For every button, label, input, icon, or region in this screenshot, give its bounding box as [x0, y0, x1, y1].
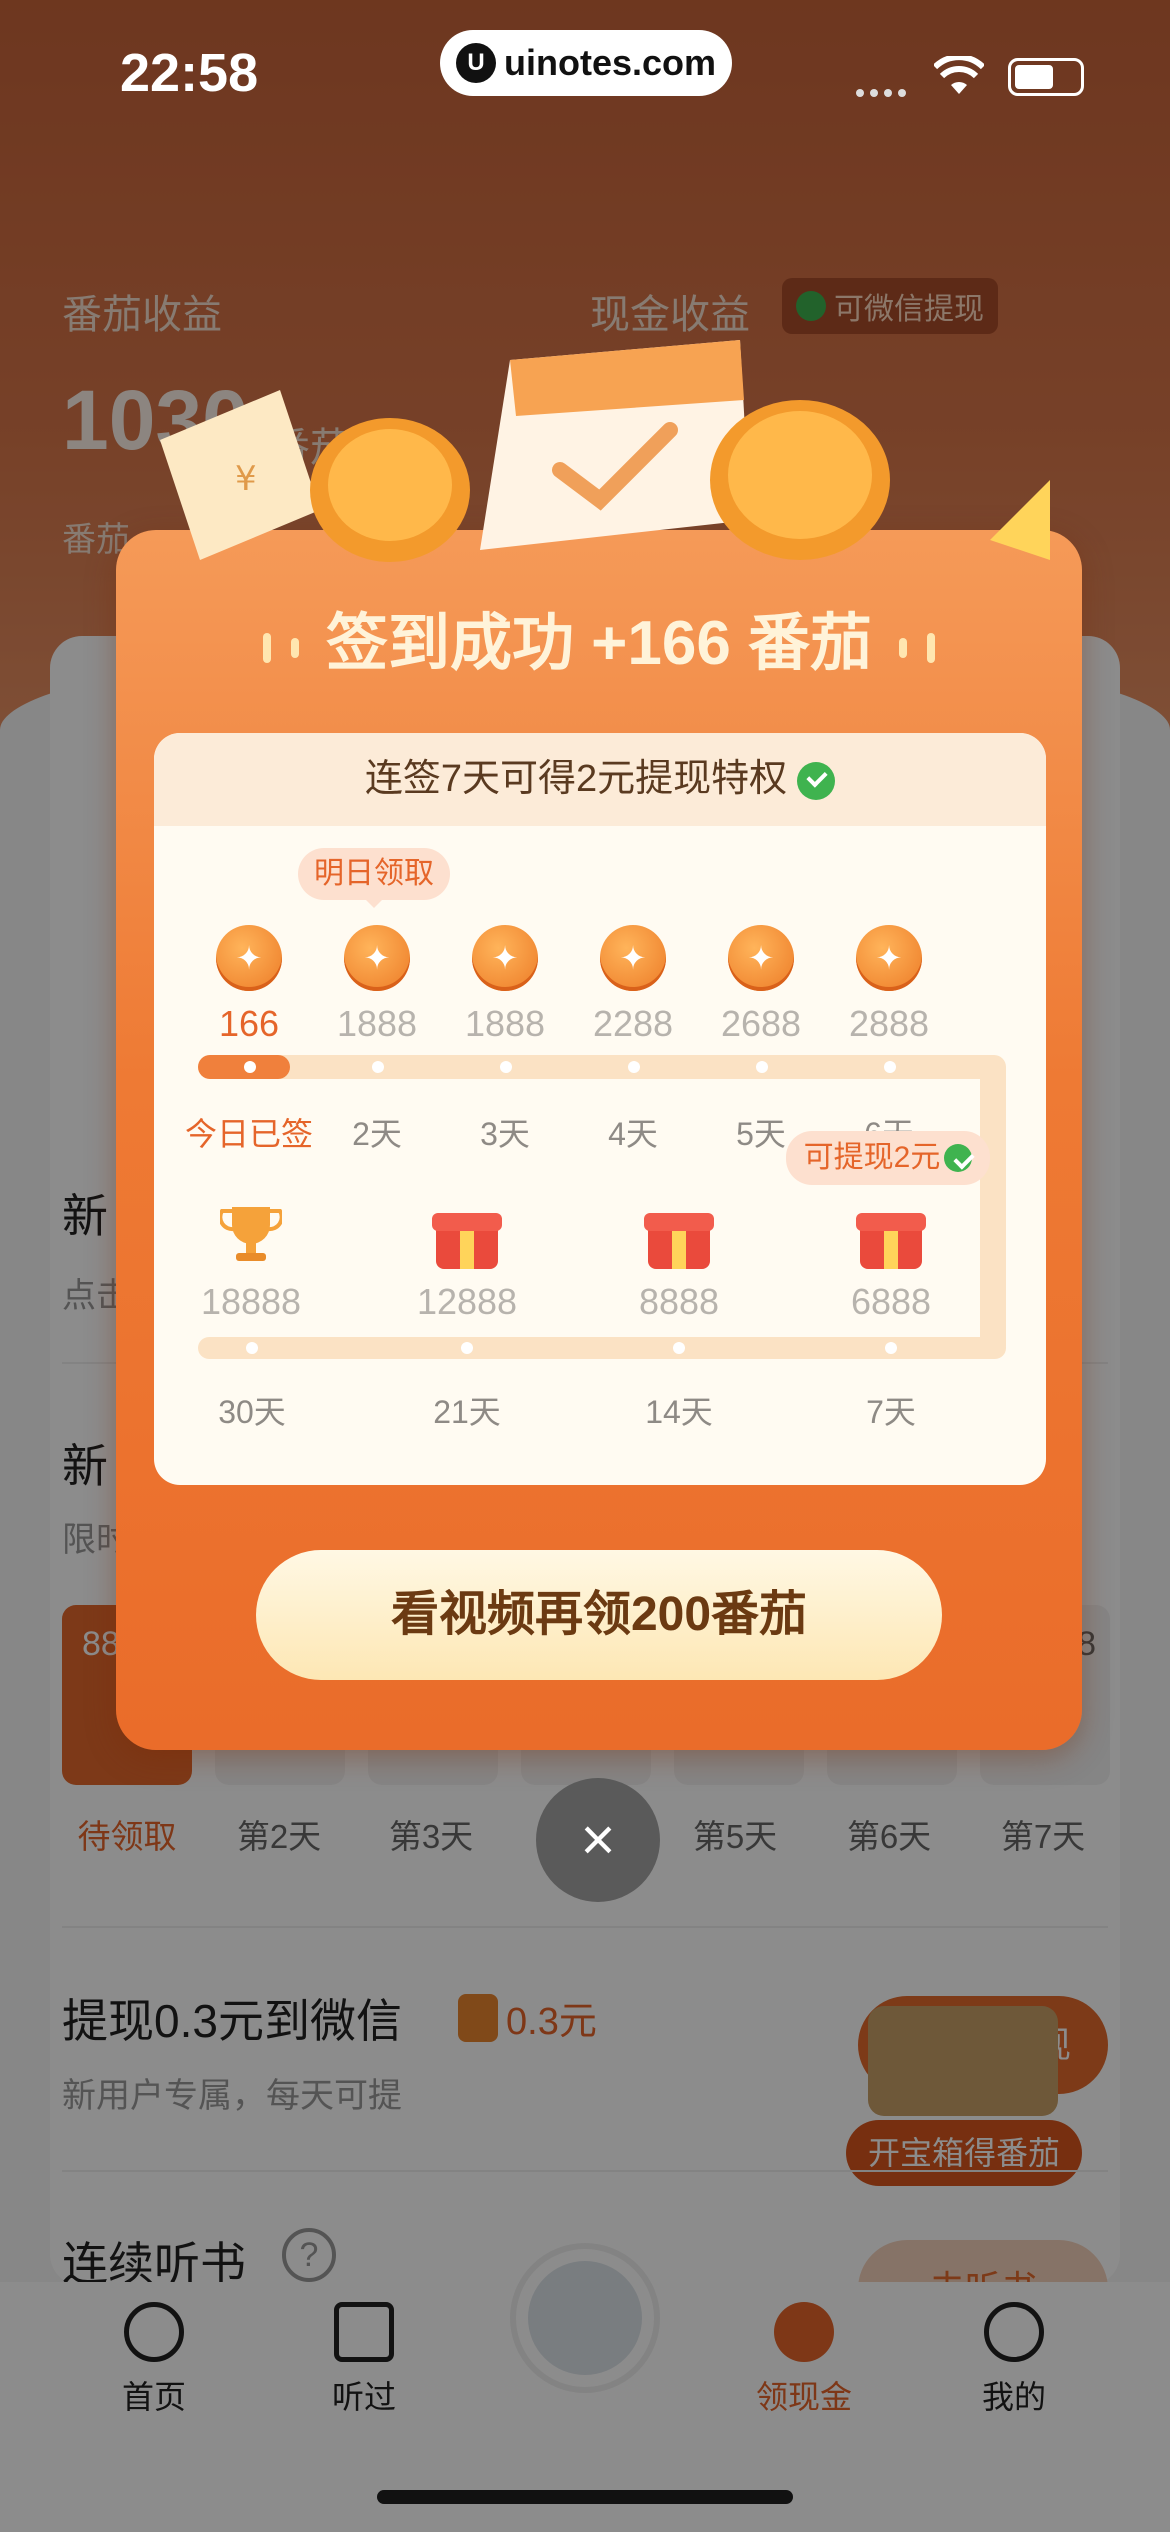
signin-calendar-panel: 连签7天可得2元提现特权 明日领取 166 1888 1888 2288 268… [154, 733, 1046, 1485]
progress-dot [461, 1342, 473, 1354]
reward-value-30d: 18888 [200, 1281, 302, 1322]
day-label-2: 2天 [352, 1116, 402, 1152]
gift-icon [856, 1213, 926, 1269]
reward-coin-icon [600, 925, 666, 991]
modal-title-text: 签到成功 +166 番茄 [325, 609, 873, 678]
signal-icon [856, 84, 908, 97]
progress-dot [244, 1061, 256, 1073]
day-label-21: 21天 [433, 1394, 501, 1430]
reward-value-day2: 1888 [336, 1003, 418, 1044]
progress-dot [673, 1342, 685, 1354]
home-indicator [377, 2490, 793, 2504]
reward-coin-icon [728, 925, 794, 991]
streak-banner: 连签7天可得2元提现特权 [154, 733, 1046, 826]
reward-value-21d: 12888 [416, 1281, 518, 1322]
reward-value-day3: 1888 [464, 1003, 546, 1044]
day-label-4: 4天 [608, 1116, 658, 1152]
reward-value-day1: 166 [218, 1003, 280, 1044]
reward-value-day4: 2288 [592, 1003, 674, 1044]
gift-icon [644, 1213, 714, 1269]
progress-dot [756, 1061, 768, 1073]
url-text: uinotes.com [503, 42, 717, 83]
wifi-icon [932, 54, 986, 101]
reward-coin-icon [216, 925, 282, 991]
modal-title: 签到成功 +166 番茄 [116, 592, 1082, 682]
progress-dot [372, 1061, 384, 1073]
watch-video-button[interactable]: 看视频再领200番茄 [256, 1550, 942, 1680]
battery-icon [1008, 58, 1084, 96]
reward-value-day6: 2888 [848, 1003, 930, 1044]
withdraw-tip-text: 可提现2元 [803, 1141, 941, 1174]
status-time: 22:58 [120, 43, 259, 103]
coins-calendar-illustration: ¥ [160, 340, 1050, 562]
progress-dot [628, 1061, 640, 1073]
calendar-icon [480, 340, 750, 550]
reward-coin-icon [472, 925, 538, 991]
close-modal-button[interactable]: × [536, 1778, 660, 1902]
leaf-icon [990, 480, 1050, 560]
reward-value-14d: 8888 [638, 1281, 720, 1322]
progress-track-side [980, 1055, 1006, 1359]
streak-banner-text: 连签7天可得2元提现特权 [364, 758, 788, 800]
progress-dot [885, 1342, 897, 1354]
url-pill[interactable]: U uinotes.com [440, 30, 732, 96]
wechat-check-icon [797, 761, 836, 800]
day-label-3: 3天 [480, 1116, 530, 1152]
reward-value-7d: 6888 [850, 1281, 932, 1322]
progress-dot [500, 1061, 512, 1073]
uinotes-logo-icon: U [455, 43, 496, 83]
day-label-7: 7天 [866, 1394, 916, 1430]
day-label-1: 今日已签 [184, 1116, 313, 1152]
close-icon: × [580, 1806, 616, 1873]
bill-icon: ¥ [160, 390, 320, 560]
coin-icon [710, 400, 890, 560]
tip-arrow [364, 898, 384, 908]
coin-icon [310, 418, 470, 562]
day-label-14: 14天 [645, 1394, 713, 1430]
progress-dot [246, 1342, 258, 1354]
svg-text:¥: ¥ [235, 459, 257, 499]
withdraw-tip: 可提现2元 [786, 1131, 990, 1185]
trophy-icon [220, 1207, 282, 1261]
reward-coin-icon [856, 925, 922, 991]
wechat-check-icon [944, 1144, 973, 1172]
reward-coin-icon [344, 925, 410, 991]
reward-value-day5: 2688 [720, 1003, 802, 1044]
day-label-30: 30天 [218, 1394, 286, 1430]
gift-icon [432, 1213, 502, 1269]
progress-dot [884, 1061, 896, 1073]
tomorrow-tip: 明日领取 [298, 848, 450, 900]
